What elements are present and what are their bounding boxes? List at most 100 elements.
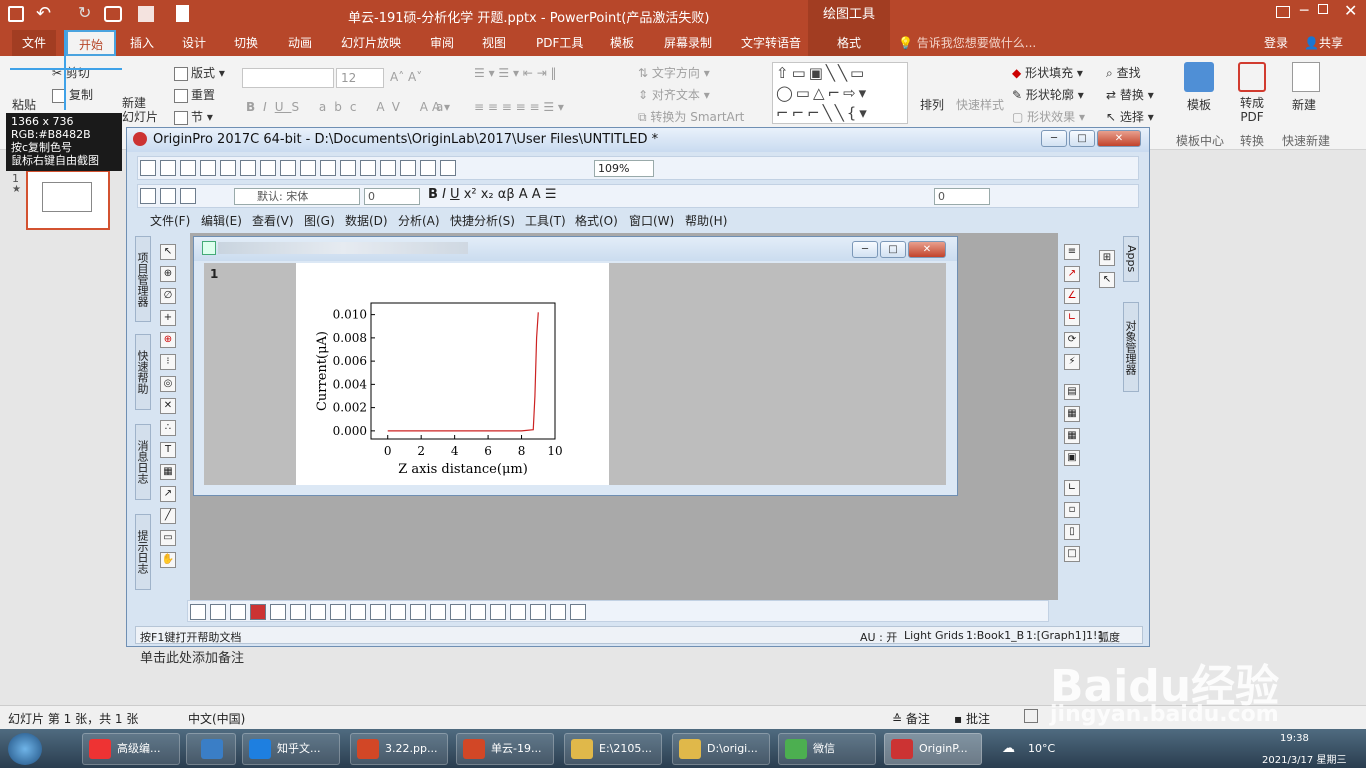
quick-styles-button[interactable]: 快速样式 <box>956 96 1004 113</box>
font-select[interactable]: 默认: 宋体 <box>234 188 360 205</box>
taskbar-app[interactable] <box>186 733 236 765</box>
tell-me-search[interactable]: 💡 告诉我您想要做什么... <box>894 30 1040 56</box>
align-bottom-icon[interactable] <box>530 604 546 620</box>
menu-edit[interactable]: 编辑(E) <box>201 212 242 229</box>
login-link[interactable]: 登录 <box>1260 30 1292 56</box>
taskbar-explorer-2[interactable]: D:\origi... <box>672 733 770 765</box>
new-notes-icon[interactable] <box>280 160 296 176</box>
tab-view[interactable]: 视图 <box>478 30 510 56</box>
taskbar-explorer-1[interactable]: E:\2105... <box>564 733 662 765</box>
tab-pdf-tools[interactable]: PDF工具 <box>532 30 587 56</box>
line-plot-icon[interactable] <box>190 604 206 620</box>
arrow-tool-icon[interactable]: ↗ <box>160 486 176 502</box>
clock-date[interactable]: 2021/3/17 星期三 <box>1262 751 1346 766</box>
contour-icon[interactable] <box>270 604 286 620</box>
status-au[interactable]: AU : 开 <box>860 629 897 645</box>
status-unit[interactable]: 弧度 <box>1098 629 1120 645</box>
import-icon[interactable] <box>400 160 416 176</box>
cut-icon[interactable] <box>140 188 156 204</box>
restore-icon[interactable] <box>1318 4 1328 14</box>
menu-graph[interactable]: 图(G) <box>304 212 335 229</box>
copy-icon[interactable] <box>160 188 176 204</box>
font-name-box[interactable] <box>242 68 334 88</box>
tab-review[interactable]: 审阅 <box>426 30 458 56</box>
new-excel-icon[interactable] <box>260 160 276 176</box>
new-graph-icon[interactable] <box>180 160 196 176</box>
scatter-plot-icon[interactable] <box>210 604 226 620</box>
column-plot-icon[interactable] <box>250 604 266 620</box>
menu-quick-analysis[interactable]: 快捷分析(S) <box>450 212 515 229</box>
slide-thumbnail[interactable] <box>26 170 110 230</box>
rescale-y-icon[interactable]: ∟ <box>1064 310 1080 326</box>
3d-icon[interactable] <box>370 604 386 620</box>
tab-design[interactable]: 设计 <box>178 30 210 56</box>
tab-home[interactable]: 开始 <box>66 30 116 56</box>
menu-help[interactable]: 帮助(H) <box>685 212 727 229</box>
axis-frame-icon[interactable]: ▯ <box>1064 524 1080 540</box>
ribbon-display-icon[interactable] <box>1276 6 1290 18</box>
layer-icon[interactable]: ≡ <box>1064 244 1080 260</box>
menu-data[interactable]: 数据(D) <box>345 212 388 229</box>
export-icon[interactable] <box>380 160 396 176</box>
open-icon[interactable] <box>300 160 316 176</box>
new-layer-icon[interactable]: ▤ <box>1064 384 1080 400</box>
axis-full-icon[interactable]: □ <box>1064 546 1080 562</box>
screen-reader-icon[interactable]: + <box>160 310 176 326</box>
paste-icon[interactable] <box>180 188 196 204</box>
align-right-icon[interactable] <box>490 604 506 620</box>
data-reader-icon[interactable]: ⊕ <box>160 332 176 348</box>
menu-format[interactable]: 格式(O) <box>575 212 618 229</box>
to-pdf-button[interactable]: 转成 PDF <box>1240 96 1264 124</box>
heatmap-icon[interactable] <box>430 604 446 620</box>
open-template-icon[interactable] <box>320 160 336 176</box>
reset-button[interactable]: 重置 <box>174 86 215 103</box>
close-icon[interactable]: ✕ <box>1344 1 1357 20</box>
origin-maximize-button[interactable]: □ <box>1069 130 1095 147</box>
status-graph[interactable]: 1:[Graph1]1!1 <box>1026 629 1104 642</box>
axis-box-icon[interactable]: ▫ <box>1064 502 1080 518</box>
origin-close-button[interactable]: ✕ <box>1097 130 1141 147</box>
shape-fill-button[interactable]: ◆ 形状填充 ▾ <box>1012 64 1083 81</box>
stock-icon[interactable] <box>350 604 366 620</box>
new-matrix-icon[interactable] <box>200 160 216 176</box>
quick-help-tab[interactable]: 快速帮助 <box>135 334 151 410</box>
origin-minimize-button[interactable]: ─ <box>1041 130 1067 147</box>
taskbar-zhihu[interactable]: 知乎文... <box>242 733 340 765</box>
line-chart[interactable]: 0 2 4 6 8 10 0.000 0.002 0.004 0.006 0.008 0.010 Z a… <box>296 263 609 485</box>
line-width-select[interactable]: 0 <box>934 188 990 205</box>
save-icon[interactable] <box>8 6 24 22</box>
polar-icon[interactable] <box>330 604 346 620</box>
rescale-icon[interactable]: ↗ <box>1064 266 1080 282</box>
message-log-tab[interactable]: 消息日志 <box>135 424 151 500</box>
menu-window[interactable]: 窗口(W) <box>629 212 674 229</box>
weather-temp[interactable]: 10°C <box>1028 742 1055 755</box>
align-left-icon[interactable] <box>470 604 486 620</box>
new-layout-icon[interactable] <box>240 160 256 176</box>
tab-transitions[interactable]: 切换 <box>230 30 262 56</box>
graph-minimize-button[interactable]: ─ <box>852 241 878 258</box>
replace-button[interactable]: ⇄ 替换 ▾ <box>1106 86 1154 103</box>
copy-button[interactable]: 复制 <box>52 86 93 103</box>
project-explorer-tab[interactable]: 项目管理器 <box>135 236 151 322</box>
arrange-button[interactable]: 排列 <box>920 96 944 113</box>
import-wizard-icon[interactable] <box>420 160 436 176</box>
rescale-x-icon[interactable]: ∠ <box>1064 288 1080 304</box>
apps-tab[interactable]: Apps <box>1123 236 1139 282</box>
surface-icon[interactable] <box>390 604 406 620</box>
area-plot-icon[interactable] <box>310 604 326 620</box>
start-button[interactable] <box>8 733 42 765</box>
taskbar-origin[interactable]: OriginP... <box>884 733 982 765</box>
layout-icon[interactable] <box>138 6 154 22</box>
share-button[interactable]: 👤共享 <box>1300 30 1347 56</box>
merge-icon[interactable]: ▣ <box>1064 450 1080 466</box>
save-template-icon[interactable] <box>360 160 376 176</box>
text-format-icons[interactable]: B I U x² x₂ αβ A A ☰ <box>428 187 556 202</box>
rectangle-tool-icon[interactable]: ▭ <box>160 530 176 546</box>
taskbar-ppt-1[interactable]: 3.22.pp... <box>350 733 448 765</box>
new-file-icon[interactable] <box>176 5 189 22</box>
status-grids[interactable]: Light Grids <box>904 629 964 642</box>
menu-tools[interactable]: 工具(T) <box>525 212 566 229</box>
ungroup-icon[interactable] <box>570 604 586 620</box>
tab-format[interactable]: 格式 <box>808 30 890 56</box>
new-project-icon[interactable] <box>140 160 156 176</box>
